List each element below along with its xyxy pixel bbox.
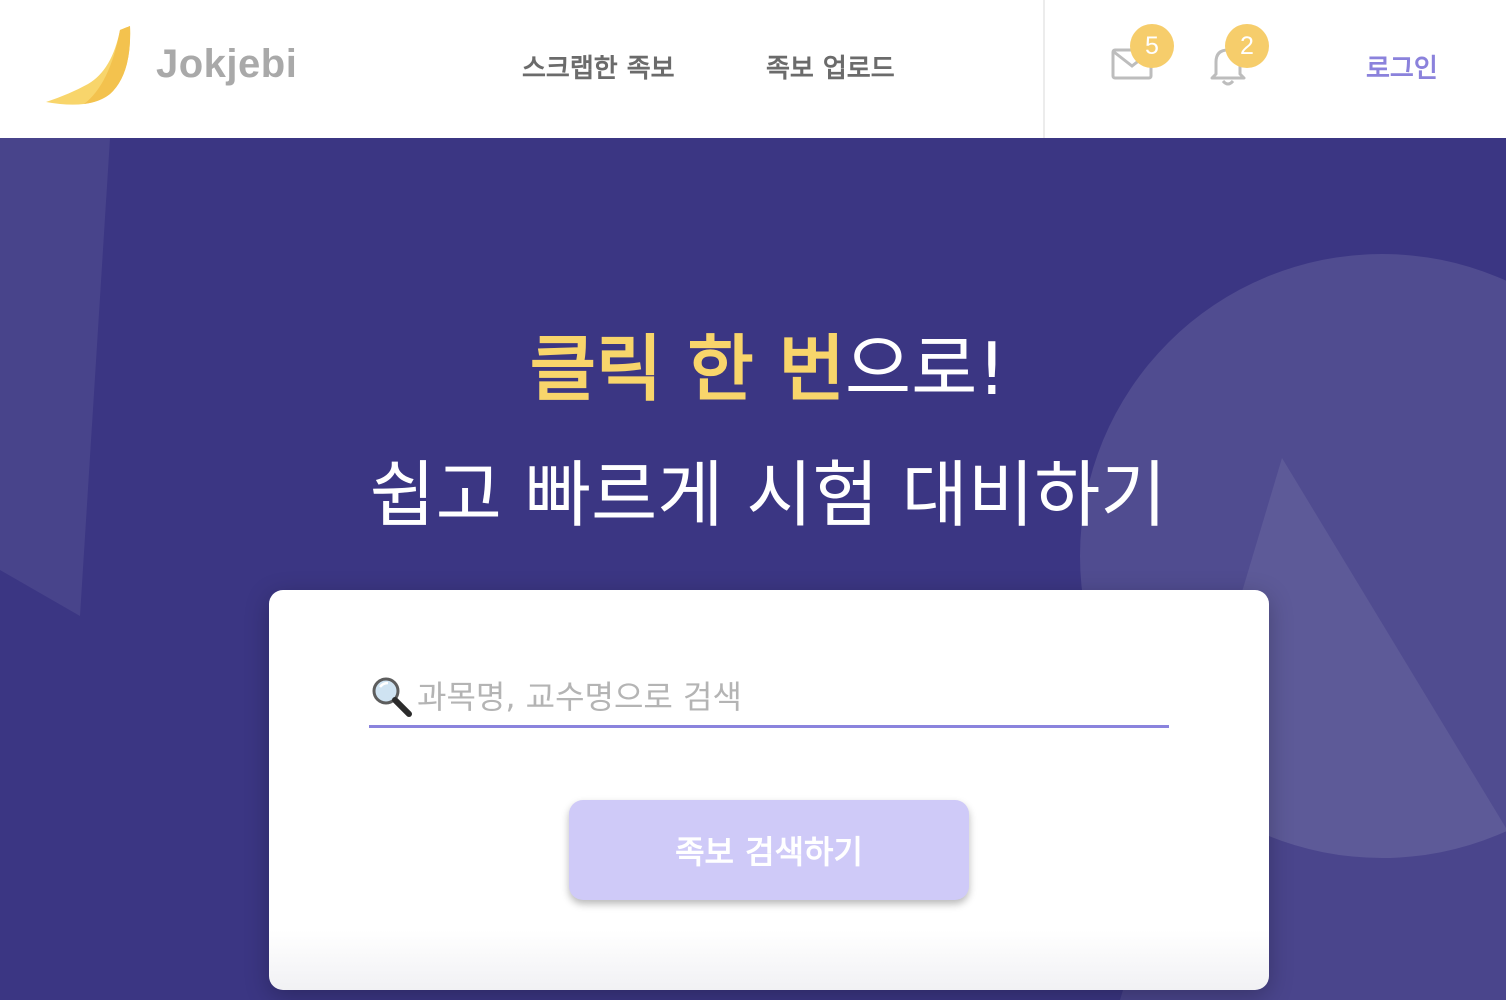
nav-scrapped-jokbo[interactable]: 스크랩한 족보: [522, 48, 675, 85]
top-header: Jokjebi 스크랩한 족보 족보 업로드 5 2 로그인: [0, 0, 1506, 138]
nav-upload-jokbo[interactable]: 족보 업로드: [766, 48, 895, 85]
headline-rest: 으로!: [844, 327, 1007, 411]
magnifier-icon: [372, 677, 412, 717]
search-field[interactable]: [369, 672, 1169, 728]
jokjebi-logo-icon[interactable]: [40, 24, 136, 110]
brand-name[interactable]: Jokjebi: [156, 42, 297, 87]
login-link[interactable]: 로그인: [1366, 48, 1438, 85]
mail-count-badge: 5: [1130, 24, 1174, 68]
headline-highlight: 클릭 한 번: [529, 327, 845, 411]
hero-section: 클릭 한 번으로! 쉽고 빠르게 시험 대비하기 족보 검색하기: [0, 138, 1506, 1000]
hero-headline: 클릭 한 번으로!: [0, 310, 1506, 415]
search-card: 족보 검색하기: [269, 590, 1269, 990]
notification-count-badge: 2: [1225, 24, 1269, 68]
search-jokbo-button[interactable]: 족보 검색하기: [569, 800, 969, 900]
header-divider: [1043, 0, 1045, 138]
hero-subheadline: 쉽고 빠르게 시험 대비하기: [369, 453, 1167, 537]
search-input[interactable]: [417, 672, 1157, 722]
